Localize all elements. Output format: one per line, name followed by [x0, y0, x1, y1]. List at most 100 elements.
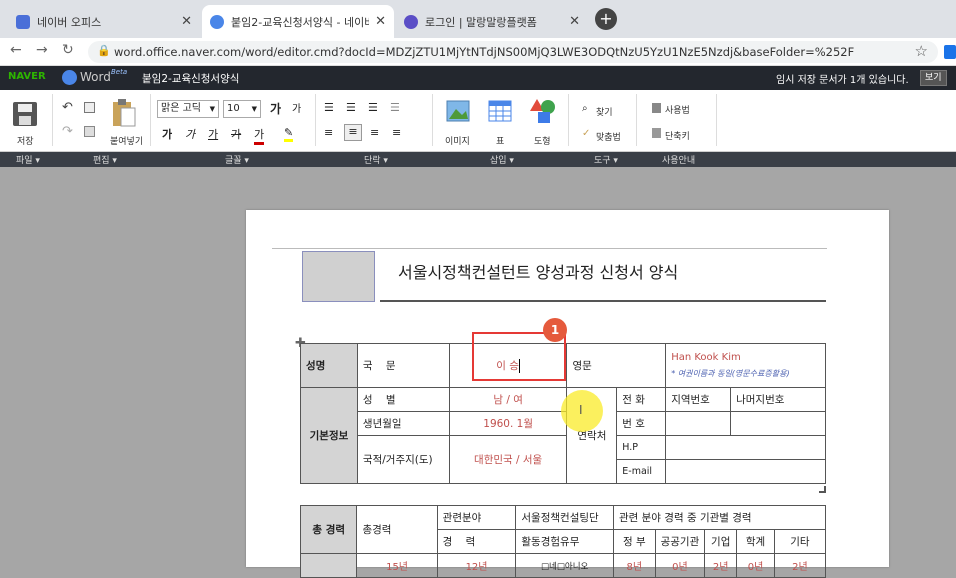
- document-page[interactable]: 서울시정책컨설턴트 양성과정 신청서 양식 ✚ 성명 국 문 이 승 영문 Ha…: [246, 210, 889, 578]
- highlight-icon[interactable]: ✎: [284, 126, 294, 142]
- align-justify-icon[interactable]: ≡: [392, 126, 401, 139]
- bullet-list-icon[interactable]: ☰: [346, 101, 356, 114]
- spellcheck-icon[interactable]: ✓: [582, 128, 590, 139]
- back-icon[interactable]: ←: [10, 42, 22, 58]
- gov-cell[interactable]: 8년: [612, 553, 656, 578]
- font-shrink-icon[interactable]: 가: [292, 100, 301, 115]
- manual-label[interactable]: 사용법: [665, 103, 690, 116]
- phone-label-2: 번 호: [616, 411, 667, 436]
- phone-label-1: 전 화: [616, 387, 667, 412]
- forward-icon[interactable]: →: [36, 42, 48, 58]
- save-icon[interactable]: [12, 101, 38, 127]
- close-icon[interactable]: ✕: [181, 14, 192, 29]
- browser-tab-bar: 네이버 오피스 ✕ 붙임2-교육신청서양식 - 네이버 ✕ 로그인 | 말랑말랑…: [0, 0, 956, 38]
- autosave-notice: 임시 저장 문서가 1개 있습니다.: [776, 75, 909, 86]
- url-text: word.office.naver.com/word/editor.cmd?do…: [114, 45, 855, 59]
- team-label-2: 활동경험유무: [515, 529, 614, 554]
- font-size-select[interactable]: 10 ▼: [223, 100, 261, 118]
- copy-icon[interactable]: [84, 126, 95, 137]
- undo-icon[interactable]: ↶: [62, 100, 73, 115]
- company-label: 기업: [704, 529, 738, 554]
- nationality-cell[interactable]: 대한민국 / 서울: [448, 435, 568, 484]
- gender-cell[interactable]: 남 / 여: [448, 387, 568, 412]
- paste-icon[interactable]: [111, 98, 137, 128]
- divider: [315, 94, 316, 146]
- group-edit[interactable]: 편집 ▾: [93, 153, 117, 166]
- reload-icon[interactable]: ↻: [62, 42, 74, 58]
- rest-number-cell[interactable]: [730, 411, 826, 436]
- tab-naver-office[interactable]: 네이버 오피스 ✕: [8, 5, 200, 38]
- field-career-cell[interactable]: 12년: [436, 553, 517, 578]
- align-right-icon[interactable]: ≡: [370, 126, 379, 139]
- area-code-cell[interactable]: [665, 411, 732, 436]
- callout-number-badge: 1: [543, 318, 567, 342]
- strikethrough-icon[interactable]: 가: [231, 126, 241, 142]
- i-beam-cursor-icon: I: [579, 403, 583, 417]
- align-left-icon[interactable]: ≡: [324, 126, 333, 139]
- redo-icon[interactable]: ↷: [62, 124, 73, 139]
- public-cell[interactable]: 0년: [654, 553, 706, 578]
- group-paragraph[interactable]: 단락 ▾: [364, 153, 388, 166]
- find-label[interactable]: 찾기: [596, 105, 613, 118]
- spellcheck-label[interactable]: 맞춤법: [596, 130, 621, 143]
- etc-label: 기타: [773, 529, 827, 554]
- extension-icon[interactable]: [944, 45, 956, 59]
- naver-logo[interactable]: NAVER: [8, 71, 46, 82]
- manual-icon[interactable]: [652, 103, 661, 113]
- word-product-name: Word: [80, 70, 111, 84]
- close-icon[interactable]: ✕: [375, 14, 386, 29]
- birth-cell[interactable]: 1960. 1월: [448, 411, 568, 436]
- word-logo-icon: [62, 70, 77, 85]
- align-center-icon[interactable]: ≡: [344, 124, 362, 141]
- find-icon[interactable]: ⌕: [582, 103, 588, 114]
- numbered-list-icon[interactable]: ☰: [324, 101, 334, 114]
- font-family-select[interactable]: 맑은 고딕 ▼: [157, 100, 219, 118]
- italic-icon[interactable]: 가: [185, 126, 195, 142]
- team-yesno-cell[interactable]: □네□아니오: [515, 553, 614, 578]
- school-label: 학계: [736, 529, 775, 554]
- shortcut-icon[interactable]: [652, 128, 661, 138]
- korean-name-label: 국 문: [356, 343, 450, 388]
- team-label-1: 서울정책컨설팅단: [515, 505, 614, 530]
- group-tools[interactable]: 도구 ▾: [594, 153, 618, 166]
- close-icon[interactable]: ✕: [569, 14, 580, 29]
- indent-icon[interactable]: ☰: [390, 101, 400, 114]
- shortcut-label[interactable]: 단축키: [665, 129, 690, 142]
- etc-cell[interactable]: 2년: [773, 553, 827, 578]
- font-color-icon[interactable]: 가: [254, 126, 265, 145]
- address-bar-row: ← → ↻ 🔒 word.office.naver.com/word/edito…: [0, 38, 956, 66]
- cut-icon[interactable]: [84, 102, 95, 113]
- school-cell[interactable]: 0년: [736, 553, 775, 578]
- group-file[interactable]: 파일 ▾: [16, 153, 40, 166]
- font-grow-icon[interactable]: 가: [270, 100, 281, 117]
- hp-cell[interactable]: [665, 435, 826, 460]
- logo-placeholder[interactable]: [302, 251, 375, 302]
- group-insert[interactable]: 삽입 ▾: [490, 153, 514, 166]
- tab-login[interactable]: 로그인 | 말랑말랑플랫폼 ✕: [396, 5, 588, 38]
- tab-document[interactable]: 붙임2-교육신청서양식 - 네이버 ✕: [202, 5, 394, 38]
- bold-icon[interactable]: 가: [162, 126, 172, 142]
- email-cell[interactable]: [665, 459, 826, 484]
- career-table[interactable]: 총 경력 총경력 관련분야 서울정책컨설팅단 관련 분야 경력 중 기관별 경력…: [299, 505, 827, 578]
- table-icon[interactable]: [488, 100, 512, 122]
- bookmark-star-icon[interactable]: ☆: [915, 42, 928, 60]
- divider: [716, 94, 717, 146]
- new-tab-button[interactable]: +: [595, 8, 617, 30]
- view-button[interactable]: 보기: [920, 70, 947, 86]
- shape-icon[interactable]: [530, 98, 556, 124]
- table-resize-handle[interactable]: [819, 486, 826, 493]
- total-career-label: 총경력: [356, 505, 438, 554]
- image-icon[interactable]: [446, 100, 470, 122]
- outdent-icon[interactable]: ☰: [368, 101, 378, 114]
- company-cell[interactable]: 2년: [704, 553, 738, 578]
- header-line: [272, 248, 827, 249]
- total-career-cell[interactable]: 15년: [356, 553, 438, 578]
- url-field[interactable]: 🔒 word.office.naver.com/word/editor.cmd?…: [88, 41, 938, 63]
- english-name-cell[interactable]: Han Kook Kim * 여권이름과 동일(영문수료증활용): [665, 343, 826, 388]
- underline-icon[interactable]: 가: [208, 126, 218, 142]
- group-font[interactable]: 글꼴 ▾: [225, 153, 249, 166]
- group-help[interactable]: 사용안내: [662, 153, 695, 166]
- divider: [636, 94, 637, 146]
- hp-label: H.P: [616, 435, 667, 460]
- birth-label: 생년월일: [356, 411, 450, 436]
